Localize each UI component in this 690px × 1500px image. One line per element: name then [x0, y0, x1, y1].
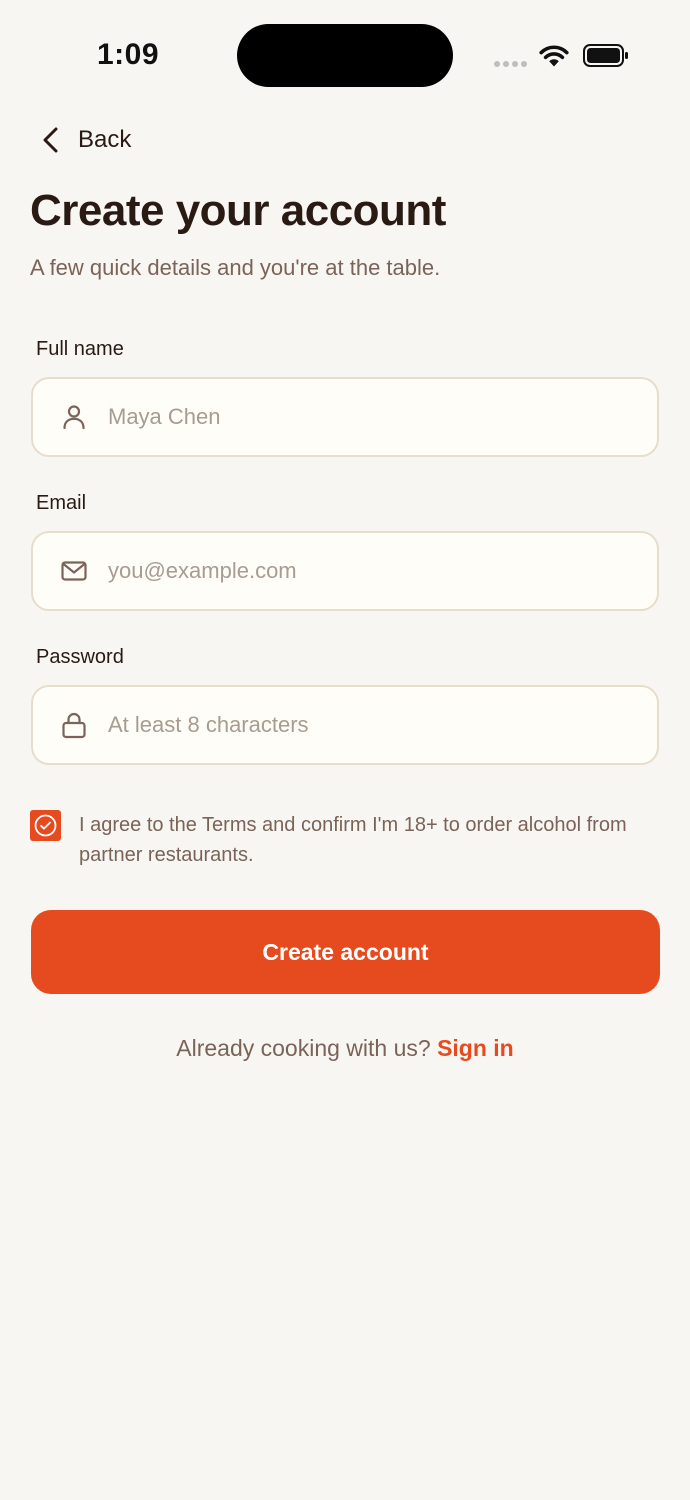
email-input[interactable] [108, 558, 608, 584]
password-label: Password [36, 646, 124, 668]
full-name-label: Full name [36, 338, 124, 360]
signin-row: Already cooking with us? Sign in [0, 1035, 690, 1062]
battery-icon [583, 44, 628, 67]
chevron-left-icon [43, 127, 58, 153]
cellular-signal-icon [494, 61, 527, 67]
email-field[interactable] [31, 531, 659, 611]
password-input[interactable] [108, 712, 608, 738]
status-time: 1:09 [97, 38, 160, 71]
back-label: Back [78, 126, 132, 153]
wifi-icon [539, 45, 569, 67]
signin-prompt: Already cooking with us? [176, 1035, 431, 1061]
terms-checkbox[interactable] [30, 810, 61, 841]
terms-text: I agree to the Terms and confirm I'm 18+… [79, 814, 627, 866]
password-field[interactable] [31, 685, 659, 765]
page-title: Create your account [30, 186, 446, 235]
back-button[interactable]: Back [38, 120, 131, 160]
person-icon [63, 405, 85, 430]
full-name-field[interactable] [31, 377, 659, 457]
full-name-input[interactable] [108, 404, 608, 430]
mail-icon [61, 561, 87, 581]
status-bar: 1:09 [0, 0, 690, 110]
dynamic-island [237, 24, 453, 87]
sign-in-link[interactable]: Sign in [437, 1035, 514, 1061]
check-circle-icon [34, 814, 57, 837]
create-account-button[interactable]: Create account [31, 910, 660, 994]
email-label: Email [36, 492, 87, 514]
lock-icon [62, 712, 86, 739]
page-subtitle: A few quick details and you're at the ta… [30, 255, 441, 280]
